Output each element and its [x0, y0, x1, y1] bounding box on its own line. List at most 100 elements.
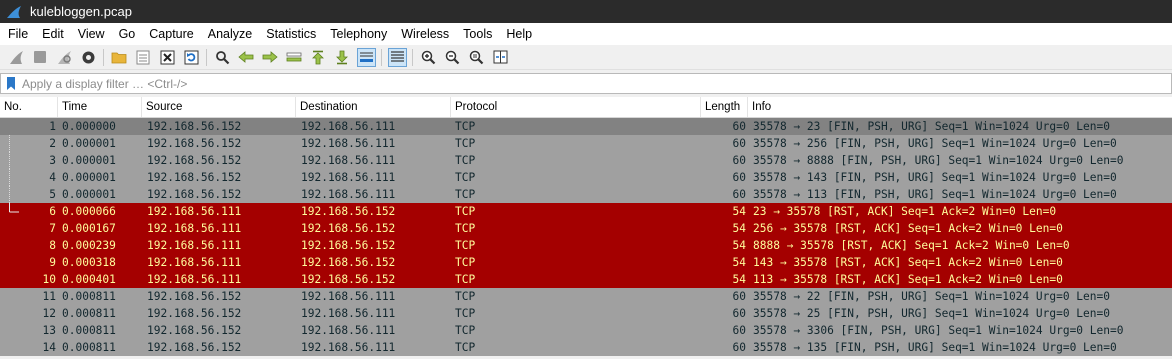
- packet-row[interactable]: 1 0.000000 192.168.56.152 192.168.56.111 TCP…: [0, 118, 1172, 135]
- menu-go[interactable]: Go: [112, 23, 143, 45]
- bookmark-icon[interactable]: [4, 76, 18, 91]
- packet-row[interactable]: 4 0.000001 192.168.56.152 192.168.56.111 TCP…: [0, 169, 1172, 186]
- menu-tools[interactable]: Tools: [456, 23, 499, 45]
- wireshark-fin-icon: [7, 5, 21, 18]
- packet-row[interactable]: 14 0.000811 192.168.56.152 192.168.56.111 TC…: [0, 339, 1172, 356]
- start-capture-button[interactable]: [7, 48, 26, 67]
- packet-info: 35578 → 8888 [FIN, PSH, URG] Seq=1 Win=1…: [753, 154, 1124, 167]
- packet-row[interactable]: 3 0.000001 192.168.56.152 192.168.56.111 TCP…: [0, 152, 1172, 169]
- menu-help[interactable]: Help: [499, 23, 539, 45]
- column-header-no[interactable]: No.: [0, 97, 58, 117]
- packet-destination: 192.168.56.111: [301, 171, 396, 184]
- column-header-destination[interactable]: Destination: [296, 97, 451, 117]
- menu-wireless[interactable]: Wireless: [394, 23, 456, 45]
- packet-row[interactable]: 8 0.000239 192.168.56.111 192.168.56.152 TCP…: [0, 237, 1172, 254]
- packet-time: 0.000811: [62, 307, 116, 320]
- auto-scroll-button[interactable]: [356, 47, 376, 67]
- menu-bar: File Edit View Go Capture Analyze Statis…: [0, 23, 1172, 45]
- column-header-source[interactable]: Source: [142, 97, 296, 117]
- save-file-button[interactable]: [134, 48, 153, 67]
- packet-row[interactable]: 6 0.000066 192.168.56.111 192.168.56.152 TCP…: [0, 203, 1172, 220]
- packet-source: 192.168.56.152: [147, 290, 242, 303]
- restart-capture-icon: [57, 50, 71, 64]
- column-header-length[interactable]: Length: [701, 97, 748, 117]
- related-packet-line-icon: [9, 203, 19, 213]
- open-file-button[interactable]: [110, 48, 129, 67]
- packet-destination: 192.168.56.152: [301, 239, 396, 252]
- colorize-button[interactable]: [387, 47, 407, 67]
- restart-capture-button[interactable]: [55, 48, 74, 67]
- packet-row[interactable]: 2 0.000001 192.168.56.152 192.168.56.111 TCP…: [0, 135, 1172, 152]
- packet-destination: 192.168.56.152: [301, 222, 396, 235]
- find-packet-button[interactable]: [213, 48, 232, 67]
- close-file-button[interactable]: [158, 48, 177, 67]
- packet-destination: 192.168.56.111: [301, 137, 396, 150]
- packet-protocol: TCP: [455, 324, 476, 337]
- packet-info: 35578 → 3306 [FIN, PSH, URG] Seq=1 Win=1…: [753, 324, 1124, 337]
- menu-telephony[interactable]: Telephony: [323, 23, 394, 45]
- packet-destination: 192.168.56.152: [301, 273, 396, 286]
- packet-source: 192.168.56.111: [147, 239, 242, 252]
- normal-size-button[interactable]: [467, 48, 486, 67]
- packet-row[interactable]: 10 0.000401 192.168.56.111 192.168.56.152 TC…: [0, 271, 1172, 288]
- packet-row[interactable]: 7 0.000167 192.168.56.111 192.168.56.152 TCP…: [0, 220, 1172, 237]
- packet-source: 192.168.56.152: [147, 137, 242, 150]
- column-header-time[interactable]: Time: [58, 97, 142, 117]
- packet-row[interactable]: 11 0.000811 192.168.56.152 192.168.56.111 TC…: [0, 288, 1172, 305]
- packet-length: 60: [732, 307, 746, 320]
- related-packet-line-icon: [9, 186, 10, 203]
- packet-protocol: TCP: [455, 188, 476, 201]
- go-last-packet-icon: [336, 50, 348, 64]
- toolbar-separator: [103, 48, 104, 66]
- zoom-in-icon: [421, 50, 435, 64]
- go-forward-button[interactable]: [261, 48, 280, 67]
- packet-length: 60: [732, 137, 746, 150]
- packet-protocol: TCP: [455, 307, 476, 320]
- packet-time: 0.000167: [62, 222, 116, 235]
- packet-destination: 192.168.56.111: [301, 341, 396, 354]
- packet-destination: 192.168.56.152: [301, 205, 396, 218]
- packet-protocol: TCP: [455, 341, 476, 354]
- capture-options-icon: [82, 51, 94, 63]
- go-last-packet-button[interactable]: [333, 48, 352, 67]
- go-first-packet-button[interactable]: [309, 48, 328, 67]
- menu-capture[interactable]: Capture: [142, 23, 200, 45]
- menu-edit[interactable]: Edit: [35, 23, 71, 45]
- packet-info: 8888 → 35578 [RST, ACK] Seq=1 Ack=2 Win=…: [753, 239, 1070, 252]
- packet-length: 60: [732, 341, 746, 354]
- capture-options-button[interactable]: [79, 48, 98, 67]
- open-file-icon: [111, 52, 127, 64]
- packet-length: 60: [732, 171, 746, 184]
- packet-time: 0.000811: [62, 341, 116, 354]
- zoom-in-button[interactable]: [419, 48, 438, 67]
- column-header-protocol[interactable]: Protocol: [451, 97, 701, 117]
- menu-analyze[interactable]: Analyze: [201, 23, 259, 45]
- go-back-button[interactable]: [237, 48, 256, 67]
- reload-file-button[interactable]: [182, 48, 201, 67]
- packet-length: 60: [732, 154, 746, 167]
- title-bar: kulebloggen.pcap: [0, 0, 1172, 23]
- packet-row[interactable]: 13 0.000811 192.168.56.152 192.168.56.111 TC…: [0, 322, 1172, 339]
- packet-protocol: TCP: [455, 239, 476, 252]
- packet-row[interactable]: 5 0.000001 192.168.56.152 192.168.56.111 TCP…: [0, 186, 1172, 203]
- toolbar-separator: [412, 48, 413, 66]
- packet-row[interactable]: 12 0.000811 192.168.56.152 192.168.56.111 TC…: [0, 305, 1172, 322]
- packet-length: 54: [732, 205, 746, 218]
- packet-time: 0.000318: [62, 256, 116, 269]
- zoom-out-button[interactable]: [443, 48, 462, 67]
- packet-source: 192.168.56.152: [147, 324, 242, 337]
- go-to-packet-icon: [286, 52, 302, 62]
- go-to-packet-button[interactable]: [285, 48, 304, 67]
- menu-statistics[interactable]: Statistics: [259, 23, 323, 45]
- packet-row[interactable]: 9 0.000318 192.168.56.111 192.168.56.152 TCP…: [0, 254, 1172, 271]
- packet-source: 192.168.56.152: [147, 307, 242, 320]
- menu-file[interactable]: File: [0, 23, 35, 45]
- packet-time: 0.000001: [62, 154, 116, 167]
- packet-time: 0.000000: [62, 120, 116, 133]
- menu-view[interactable]: View: [71, 23, 112, 45]
- packet-source: 192.168.56.111: [147, 222, 242, 235]
- display-filter-input[interactable]: [22, 76, 1171, 91]
- stop-capture-button[interactable]: [31, 48, 50, 67]
- column-header-info[interactable]: Info: [748, 97, 1172, 117]
- resize-columns-button[interactable]: [491, 48, 510, 67]
